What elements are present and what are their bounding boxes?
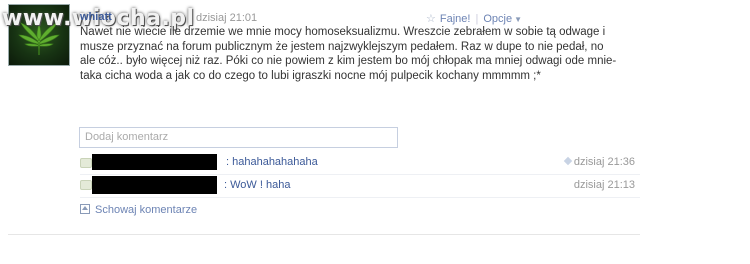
comment-row: : hahahahahahaha dzisiaj 21:36 bbox=[80, 154, 640, 174]
comment-time: dzisiaj 21:36 bbox=[573, 156, 635, 168]
comment-row: : WoW ! haha dzisiaj 21:13 bbox=[80, 176, 640, 196]
chevron-down-icon[interactable]: ▼ bbox=[514, 15, 522, 24]
redacted-author bbox=[92, 154, 217, 170]
comment-bubble-icon bbox=[80, 180, 92, 190]
comment-divider bbox=[80, 174, 640, 175]
actions-divider: | bbox=[475, 13, 479, 25]
like-button[interactable]: Fajne! bbox=[440, 13, 471, 25]
post-date: dzisiaj 21:01 bbox=[196, 12, 258, 24]
options-button[interactable]: Opcje bbox=[483, 13, 512, 25]
comment-time: dzisiaj 21:13 bbox=[573, 179, 635, 191]
redacted-author bbox=[92, 176, 217, 194]
comment-text: : hahahahahahaha bbox=[226, 156, 318, 168]
post-divider bbox=[8, 234, 640, 235]
comment-text: : WoW ! haha bbox=[224, 179, 291, 191]
comment-input[interactable]: Dodaj komentarz bbox=[79, 127, 398, 148]
star-icon[interactable]: ☆ bbox=[426, 13, 436, 25]
hide-comments-link[interactable]: Schowaj komentarze bbox=[80, 204, 197, 216]
comment-bubble-icon bbox=[80, 158, 92, 168]
hide-comments-label: Schowaj komentarze bbox=[95, 204, 198, 216]
comment-divider bbox=[80, 197, 640, 198]
diamond-icon[interactable] bbox=[563, 156, 573, 166]
post-author[interactable]: whiatt bbox=[80, 11, 112, 23]
collapse-icon bbox=[80, 204, 90, 214]
post-card: www.wiocha.pl whiatt dzisiaj 21:01 ☆ Fajn… bbox=[0, 0, 640, 236]
post-body: Nawet nie wiecie ile drzemie we mnie moc… bbox=[80, 26, 617, 82]
post-actions: ☆ Fajne! | Opcje ▼ bbox=[426, 12, 522, 25]
